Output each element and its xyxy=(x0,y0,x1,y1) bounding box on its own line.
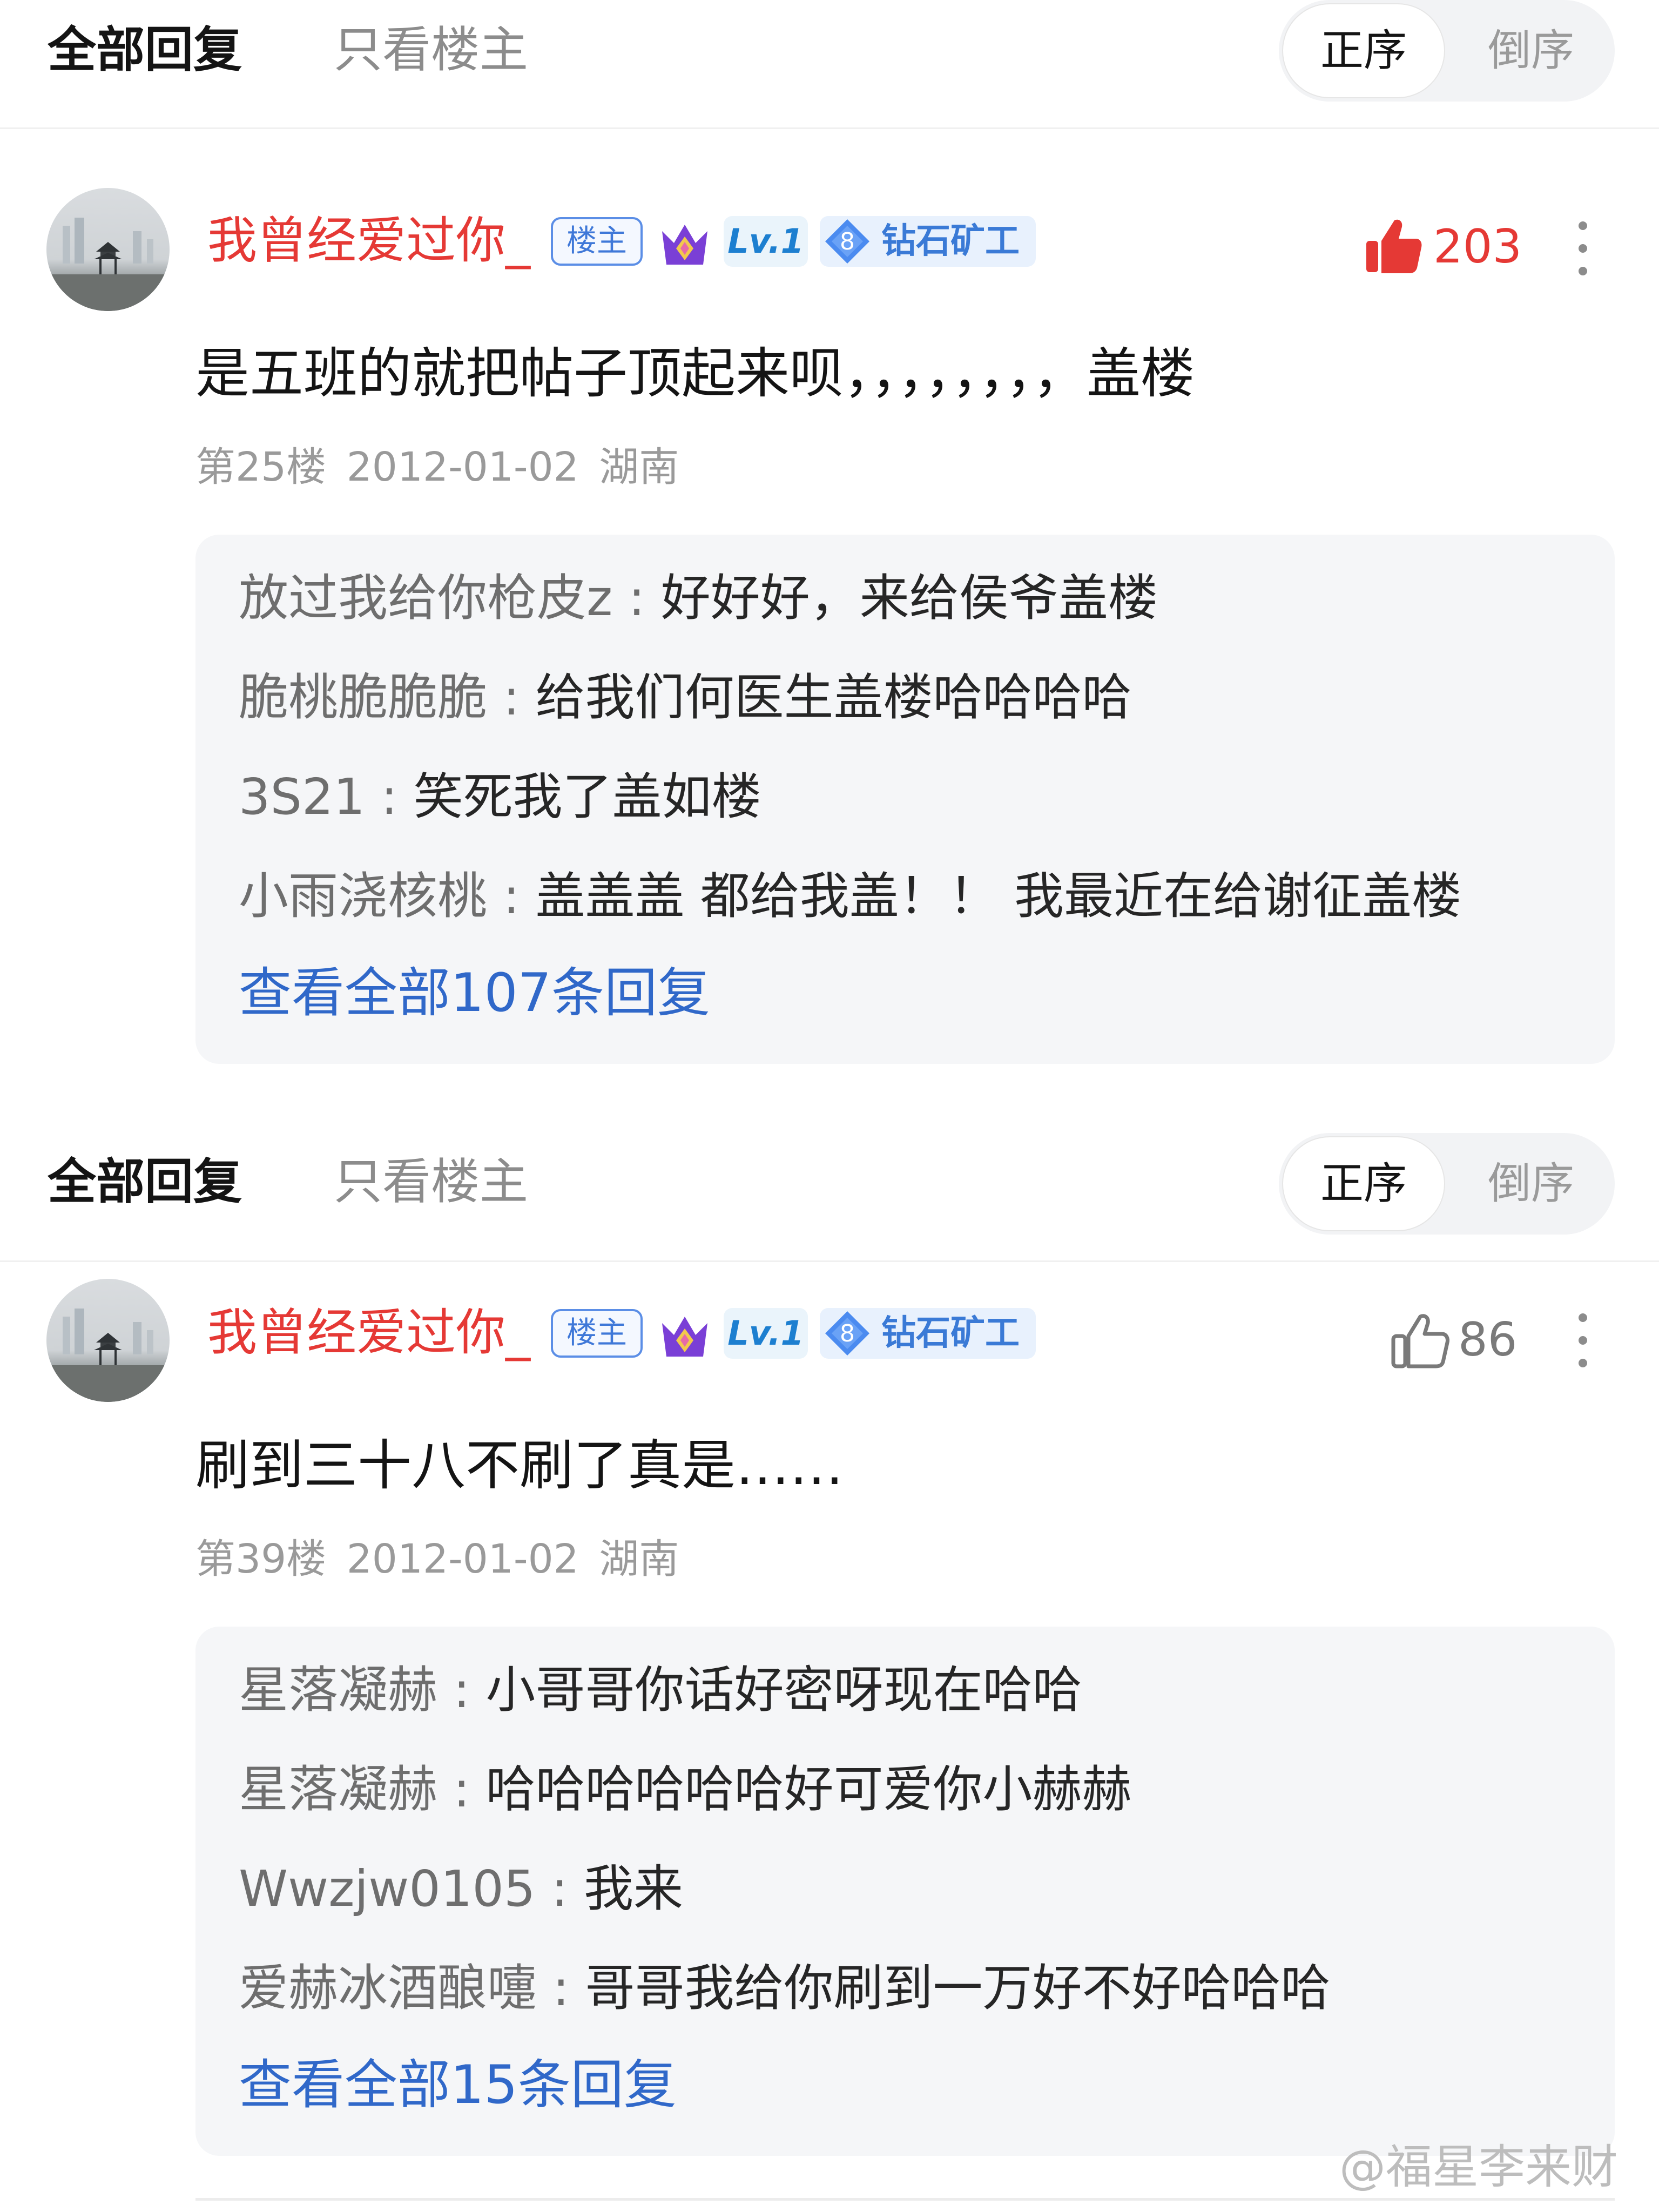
like-count: 86 xyxy=(1458,1313,1518,1367)
reply-text: 哈哈哈哈哈哈好可爱你小赫赫 xyxy=(485,1761,1132,1818)
miner-badge-label: 钻石矿工 xyxy=(881,221,1020,261)
sort-descending-button[interactable]: 倒序 xyxy=(1451,3,1611,98)
reply-separator: : xyxy=(365,768,414,826)
reply-filter-bar: 全部回复 只看楼主 正序 倒序 xyxy=(0,0,1659,127)
miner-badge: 8 钻石矿工 xyxy=(820,1308,1036,1359)
sort-descending-button[interactable]: 倒序 xyxy=(1451,1136,1611,1231)
sort-order-toggle: 正序 倒序 xyxy=(1279,0,1615,102)
post-location: 湖南 xyxy=(599,444,679,490)
thumbs-up-outline-icon[interactable] xyxy=(1389,1310,1449,1371)
reply-separator: : xyxy=(487,669,536,726)
reply-text: 我来 xyxy=(583,1860,683,1918)
reply-author[interactable]: 爱赫冰酒酿嚏 xyxy=(239,1959,537,2017)
svg-text:8: 8 xyxy=(840,1320,855,1347)
more-options-icon[interactable] xyxy=(1575,1310,1591,1371)
reply-author[interactable]: 小雨浇核桃 xyxy=(239,867,487,925)
svg-text:8: 8 xyxy=(840,228,855,255)
floor-number: 第25楼 xyxy=(195,444,327,490)
reply-author[interactable]: Wwzjw0105 xyxy=(239,1860,535,1918)
thumbs-up-filled-icon[interactable] xyxy=(1363,216,1424,276)
sub-reply[interactable]: 爱赫冰酒酿嚏 : 哥哥我给你刷到一万好不好哈哈哈 xyxy=(239,1964,1331,2013)
sub-replies-box: 放过我给你枪皮z : 好好好，来给侯爷盖楼 脆桃脆脆脆 : 给我们何医生盖楼哈哈… xyxy=(195,535,1615,1064)
floor-number: 第39楼 xyxy=(195,1536,327,1582)
level-badge: Lv.1 xyxy=(724,216,808,267)
sub-reply[interactable]: 小雨浇核桃 : 盖盖盖 都给我盖！！ 我最近在给谢征盖楼 xyxy=(239,872,1461,921)
sub-reply[interactable]: 3S21 : 笑死我了盖如楼 xyxy=(239,772,761,822)
reply-separator: : xyxy=(487,867,536,925)
tab-op-only[interactable]: 只看楼主 xyxy=(334,26,528,75)
divider xyxy=(0,1260,1659,1262)
post-content: 刷到三十八不刷了真是…… xyxy=(195,1434,844,1497)
reply-separator: : xyxy=(535,1860,584,1918)
level-badge: Lv.1 xyxy=(724,1308,808,1359)
tab-op-only[interactable]: 只看楼主 xyxy=(334,1158,528,1206)
watermark: @福星李来财 xyxy=(1339,2140,1618,2194)
sort-ascending-button[interactable]: 正序 xyxy=(1282,3,1445,98)
sub-reply[interactable]: 脆桃脆脆脆 : 给我们何医生盖楼哈哈哈哈 xyxy=(239,673,1132,723)
post-content: 是五班的就把帖子顶起来呗，，，，，，，，盖楼 xyxy=(195,342,1195,405)
reply-text: 小哥哥你话好密呀现在哈哈 xyxy=(485,1661,1082,1719)
reply-author[interactable]: 脆桃脆脆脆 xyxy=(239,669,487,726)
miner-badge-label: 钻石矿工 xyxy=(881,1313,1020,1353)
sub-replies-box: 星落凝赫 : 小哥哥你话好密呀现在哈哈 星落凝赫 : 哈哈哈哈哈哈好可爱你小赫赫… xyxy=(195,1627,1615,2156)
reply-separator: : xyxy=(437,1761,486,1818)
reply-separator: : xyxy=(537,1959,585,2017)
tab-all-replies[interactable]: 全部回复 xyxy=(48,1158,242,1206)
reply-text: 盖盖盖 都给我盖！！ 我最近在给谢征盖楼 xyxy=(535,867,1462,925)
reply-author[interactable]: 星落凝赫 xyxy=(239,1761,437,1818)
miner-badge: 8 钻石矿工 xyxy=(820,216,1036,267)
sub-reply[interactable]: Wwzjw0105 : 我来 xyxy=(239,1864,683,1914)
username[interactable]: 我曾经爱过你_ xyxy=(207,216,530,266)
post-meta: 第25楼 2012-01-02 湖南 xyxy=(195,447,679,487)
reply-author[interactable]: 3S21 xyxy=(239,768,365,826)
sort-order-toggle: 正序 倒序 xyxy=(1279,1133,1615,1235)
view-all-replies-link[interactable]: 查看全部107条回复 xyxy=(239,967,710,1020)
divider xyxy=(195,2198,1615,2201)
more-options-icon[interactable] xyxy=(1575,218,1591,279)
crown-badge-icon xyxy=(657,215,713,271)
reply-separator: : xyxy=(612,569,661,627)
op-badge: 楼主 xyxy=(551,1309,643,1358)
reply-text: 给我们何医生盖楼哈哈哈哈 xyxy=(535,669,1132,726)
post-date: 2012-01-02 xyxy=(346,1536,579,1582)
reply-filter-bar: 全部回复 只看楼主 正序 倒序 xyxy=(0,1133,1659,1260)
reply-text: 哥哥我给你刷到一万好不好哈哈哈 xyxy=(585,1959,1331,2017)
username[interactable]: 我曾经爱过你_ xyxy=(207,1308,530,1358)
tab-all-replies[interactable]: 全部回复 xyxy=(48,26,242,75)
post-meta: 第39楼 2012-01-02 湖南 xyxy=(195,1539,679,1579)
post-location: 湖南 xyxy=(599,1536,679,1582)
reply-text: 笑死我了盖如楼 xyxy=(413,768,761,826)
like-count: 203 xyxy=(1433,220,1522,274)
reply-text: 好好好，来给侯爷盖楼 xyxy=(660,569,1158,627)
diamond-icon: 8 xyxy=(824,218,871,265)
post-date: 2012-01-02 xyxy=(346,444,579,490)
sub-reply[interactable]: 放过我给你枪皮z : 好好好，来给侯爷盖楼 xyxy=(239,574,1158,623)
reply-separator: : xyxy=(437,1661,486,1719)
reply-author[interactable]: 星落凝赫 xyxy=(239,1661,437,1719)
divider xyxy=(0,127,1659,129)
sub-reply[interactable]: 星落凝赫 : 哈哈哈哈哈哈好可爱你小赫赫 xyxy=(239,1765,1132,1815)
sub-reply[interactable]: 星落凝赫 : 小哥哥你话好密呀现在哈哈 xyxy=(239,1665,1082,1715)
avatar[interactable] xyxy=(46,188,170,311)
avatar[interactable] xyxy=(46,1279,170,1402)
op-badge: 楼主 xyxy=(551,217,643,266)
diamond-icon: 8 xyxy=(824,1310,871,1357)
reply-author[interactable]: 放过我给你枪皮z xyxy=(239,569,612,627)
sort-ascending-button[interactable]: 正序 xyxy=(1282,1136,1445,1231)
view-all-replies-link[interactable]: 查看全部15条回复 xyxy=(239,2059,677,2112)
crown-badge-icon xyxy=(657,1307,713,1363)
